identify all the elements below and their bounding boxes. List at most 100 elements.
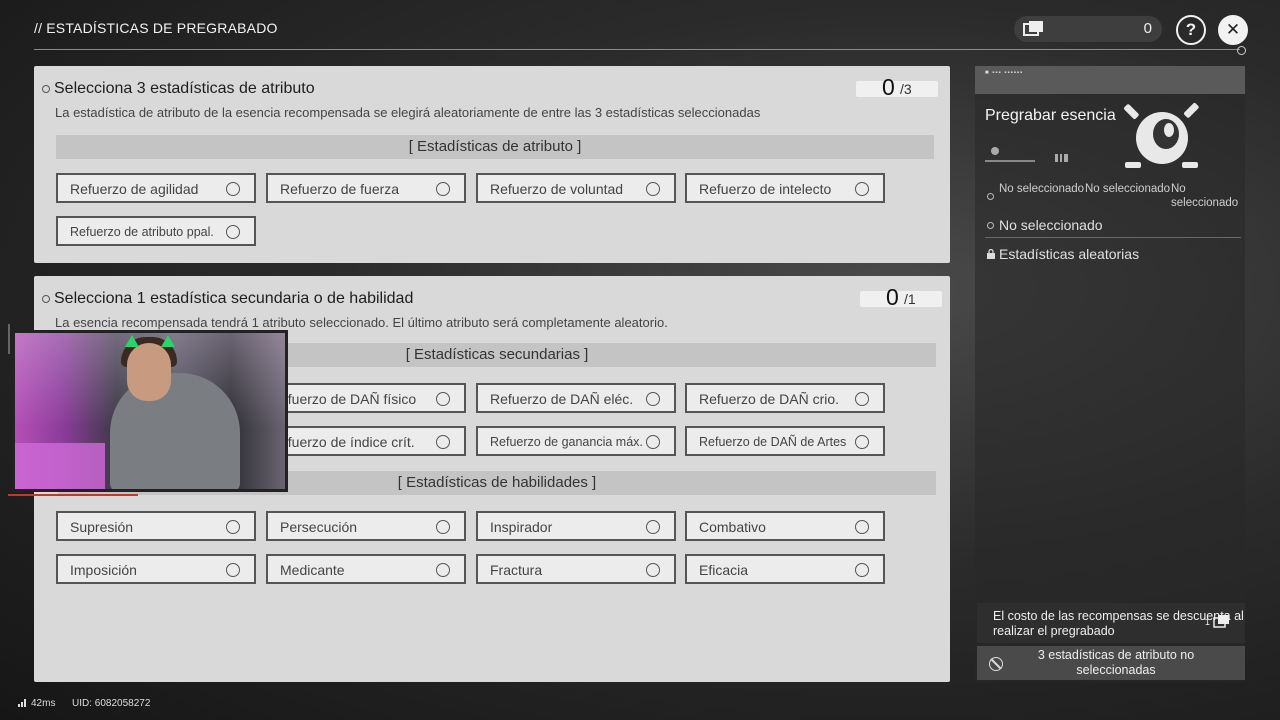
page-title: // ESTADÍSTICAS DE PREGRABADO [34,20,278,36]
option-will-boost[interactable]: Refuerzo de voluntad [476,173,676,203]
option-intellect-boost[interactable]: Refuerzo de intelecto [685,173,885,203]
random-stats-label: Estadísticas aleatorias [999,246,1140,262]
option-label: Inspirador [490,519,553,535]
side-divider [985,237,1241,238]
option-main-attribute-boost[interactable]: Refuerzo de atributo ppal. [56,216,256,246]
secondary-selection-counter: 0 /1 [860,284,942,310]
option-label: efuerzo de índice crít. [280,434,415,450]
counter-total: /3 [900,81,912,97]
slot-bullet-icon [987,193,994,200]
attribute-panel-title: Selecciona 3 estadísticas de atributo [54,80,315,97]
radio-icon [855,182,869,196]
ping-value: 42ms [31,698,56,709]
counter-total: /1 [904,291,916,307]
attribute-slot-1: No seleccionado [999,183,1085,195]
attribute-stats-panel: Selecciona 3 estadísticas de atributo La… [34,66,950,263]
option-label: Imposición [70,562,137,578]
radio-icon [436,392,450,406]
bullet-icon [42,295,50,303]
radio-icon [436,563,450,577]
option-combative[interactable]: Combativo [685,511,885,541]
close-button[interactable]: ✕ [1218,15,1248,45]
secondary-panel-description: La esencia recompensada tendrá 1 atribut… [55,315,668,330]
ping-indicator: 42ms [18,698,55,709]
option-suppression[interactable]: Supresión [56,511,256,541]
option-pursuit[interactable]: Persecución [266,511,466,541]
attribute-selection-counter: 0 /3 [856,74,938,100]
attribute-slot-3: No seleccionado [1171,183,1239,209]
user-id: UID: 6082058272 [72,698,151,709]
cat-ear-icon [161,335,175,347]
option-label: Fractura [490,562,543,578]
webcam-frame-decoration [8,486,138,496]
header-decoration: ■ ▪▪▪ ▪▪▪▪▪▪ [985,70,1024,76]
radio-icon [646,520,660,534]
webcam-bed [15,443,105,489]
option-inspiring[interactable]: Inspirador [476,511,676,541]
confirm-button[interactable]: 3 estadísticas de atributo no selecciona… [977,646,1245,680]
option-label: Eficacia [699,562,749,578]
radio-icon [855,435,869,449]
option-strength-boost[interactable]: Refuerzo de fuerza [266,173,466,203]
option-crit-rate-boost[interactable]: efuerzo de índice crít. [266,426,466,456]
option-cryo-dmg-boost[interactable]: Refuerzo de DAÑ crio. [685,383,885,413]
radio-icon [226,520,240,534]
option-physical-dmg-boost[interactable]: efuerzo de DAÑ físico [266,383,466,413]
option-label: Refuerzo de DAÑ eléc. [490,391,634,407]
currency-value: 0 [1143,20,1152,37]
option-label: Supresión [70,519,134,535]
signal-icon [18,699,26,707]
help-button[interactable]: ? [1176,15,1206,45]
secondary-slot: No seleccionado [999,217,1103,233]
webcam-head [127,343,171,401]
radio-icon [855,392,869,406]
secondary-panel-title: Selecciona 1 estadística secundaria o de… [54,290,414,307]
radio-icon [226,563,240,577]
radio-icon [646,182,660,196]
option-label: Refuerzo de ganancia máx. [490,435,643,449]
essence-preview-panel: ■ ▪▪▪ ▪▪▪▪▪▪ Pregrabar esencia No selecc… [975,66,1245,682]
option-efficacy[interactable]: Eficacia [685,554,885,584]
option-label: Medicante [280,562,345,578]
essence-icon [1124,103,1199,168]
option-medicant[interactable]: Medicante [266,554,466,584]
counter-current: 0 [886,284,899,310]
ticket-icon [1213,615,1229,628]
option-label: Refuerzo de DAÑ de Artes [699,435,847,449]
option-electric-dmg-boost[interactable]: Refuerzo de DAÑ eléc. [476,383,676,413]
confirm-warning-text: 3 estadísticas de atributo no selecciona… [1037,648,1195,677]
option-fracture[interactable]: Fractura [476,554,676,584]
radio-icon [646,392,660,406]
cost-value: 1 [1205,617,1211,627]
option-label: Refuerzo de voluntad [490,181,624,197]
bullet-icon [42,85,50,93]
currency-counter[interactable]: 0 [1014,16,1162,42]
option-arts-dmg-boost[interactable]: Refuerzo de DAÑ de Artes [685,426,885,456]
option-label: Combativo [699,519,766,535]
side-panel-header: ■ ▪▪▪ ▪▪▪▪▪▪ [975,66,1245,94]
option-label: Refuerzo de agilidad [70,181,199,197]
option-max-gain-boost[interactable]: Refuerzo de ganancia máx. [476,426,676,456]
radio-icon [646,435,660,449]
divider-endpoint [1237,46,1246,55]
option-imposition[interactable]: Imposición [56,554,256,584]
option-label: efuerzo de DAÑ físico [280,391,417,407]
attribute-section-header: [ Estadísticas de atributo ] [56,135,934,159]
header-divider [34,49,1240,50]
slot-bullet-icon [987,222,994,229]
essence-title: Pregrabar esencia [985,107,1116,124]
attribute-panel-description: La estadística de atributo de la esencia… [55,105,761,120]
cost-info-box: El costo de las recompensas se descuenta… [977,603,1245,643]
option-label: Refuerzo de atributo ppal. [70,225,214,239]
radio-icon [436,182,450,196]
option-label: Persecución [280,519,358,535]
lock-icon [987,249,995,259]
option-agility-boost[interactable]: Refuerzo de agilidad [56,173,256,203]
radio-icon [855,563,869,577]
disabled-icon [989,657,1003,671]
option-label: Refuerzo de fuerza [280,181,400,197]
option-label: Refuerzo de intelecto [699,181,832,197]
option-label: Refuerzo de DAÑ crio. [699,391,840,407]
counter-current: 0 [882,74,895,100]
radio-icon [226,225,240,239]
